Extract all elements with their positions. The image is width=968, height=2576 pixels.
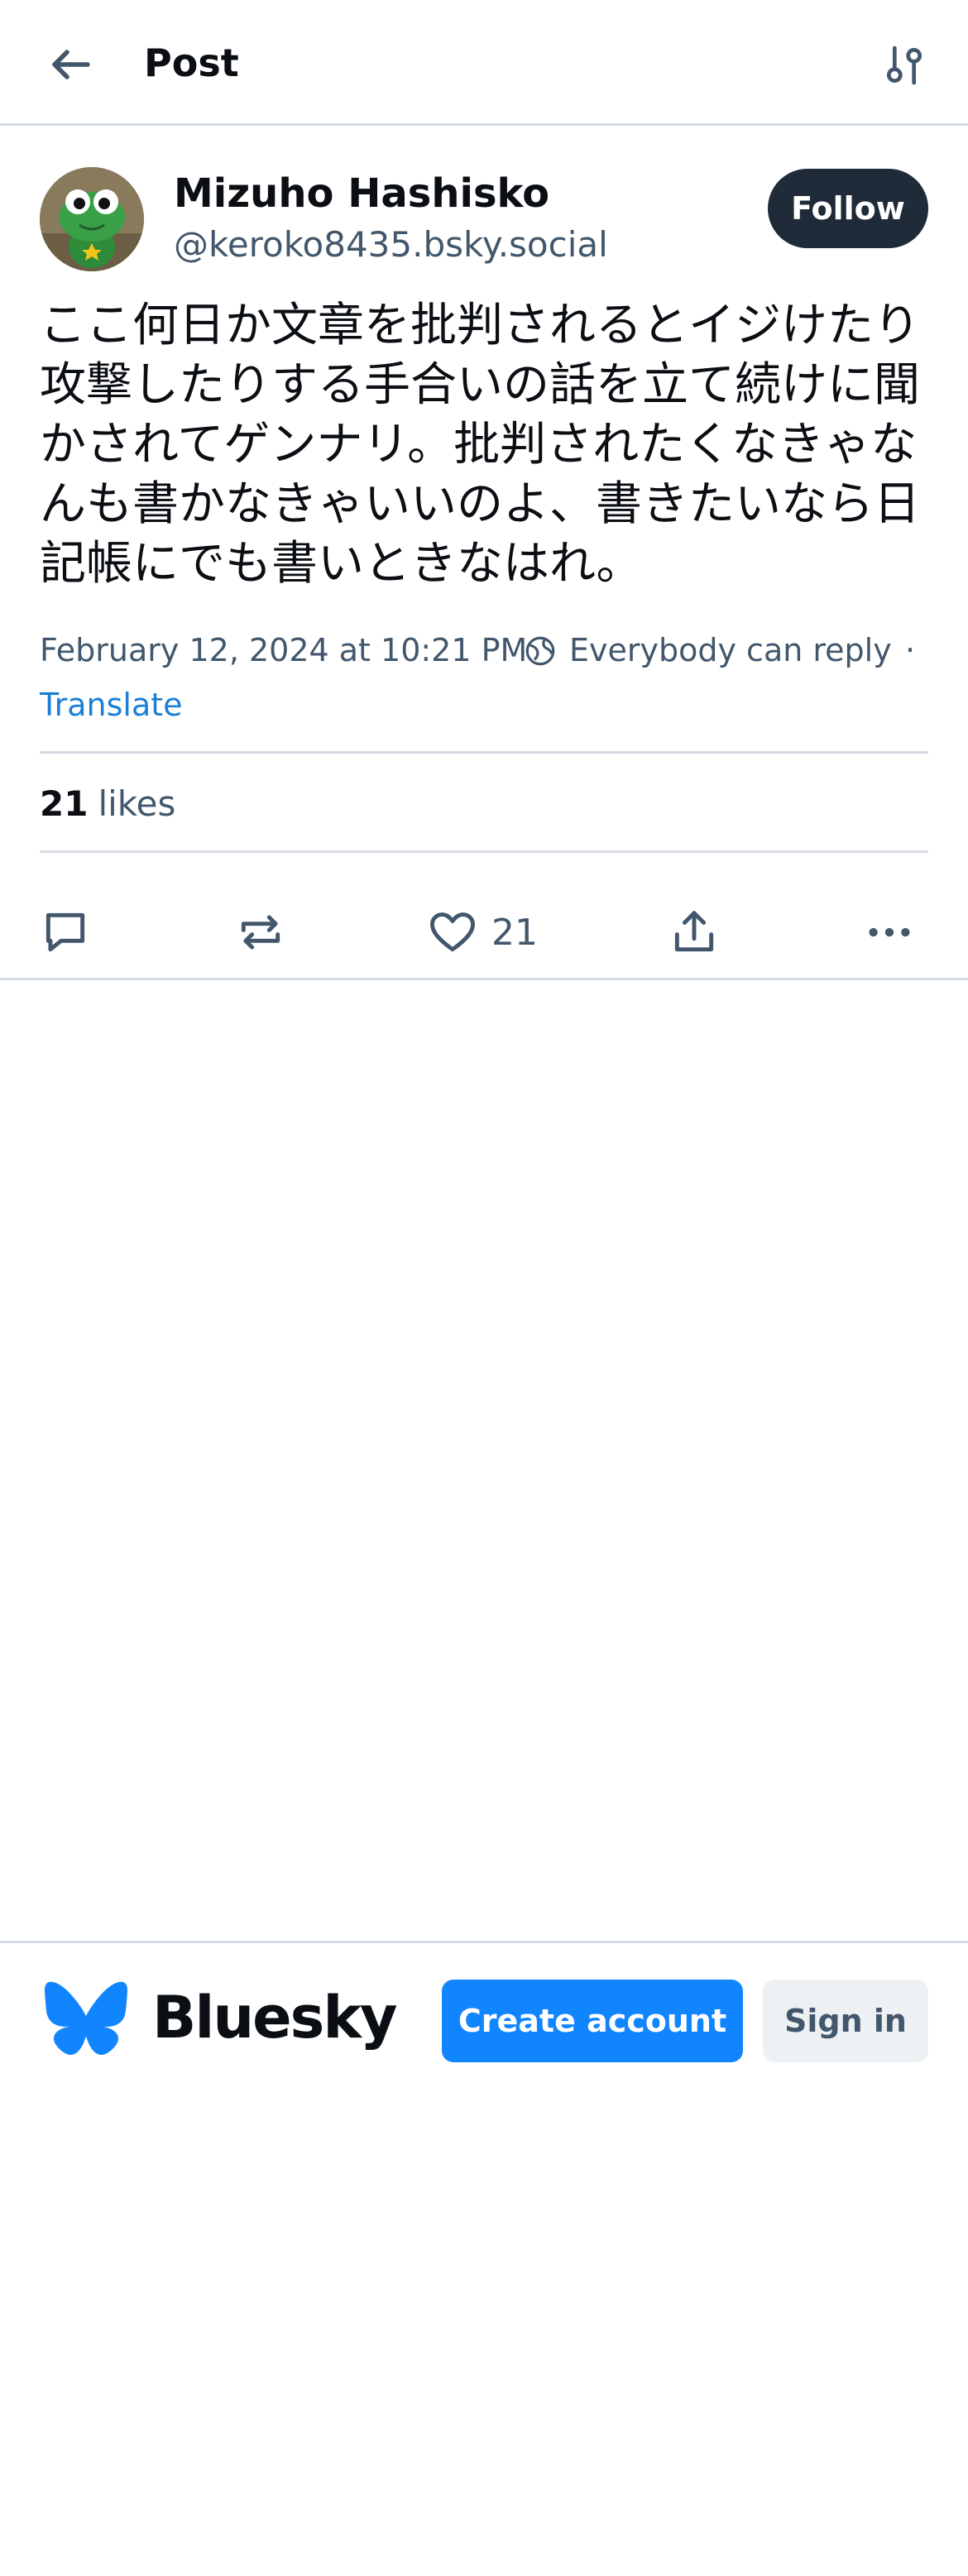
sign-in-button[interactable]: Sign in (763, 1980, 928, 2062)
divider (40, 850, 928, 853)
author-handle[interactable]: @keroko8435.bsky.social (174, 222, 608, 268)
repost-button[interactable] (235, 887, 286, 978)
reply-setting[interactable]: Everybody can reply (569, 625, 892, 675)
create-account-button[interactable]: Create account (442, 1980, 743, 2062)
share-icon (674, 911, 714, 952)
likes-label: likes (98, 783, 176, 824)
like-count: 21 (491, 911, 538, 954)
post-text: ここ何日か文章を批判されるとイジけたり攻撃したりする手合いの話を立て続けに聞かさ… (40, 299, 920, 591)
repost-icon (241, 915, 280, 950)
sliders-icon (887, 45, 922, 85)
like-button[interactable]: 21 (427, 887, 538, 978)
signup-footer: Bluesky Create account Sign in (0, 1943, 968, 2076)
avatar[interactable] (40, 167, 144, 271)
thread-settings-button[interactable] (875, 36, 933, 94)
bluesky-butterfly-icon (45, 1981, 127, 2056)
divider (40, 751, 928, 754)
post-actions: 21 (0, 887, 968, 978)
arrow-left-icon (52, 50, 90, 79)
page-title: Post (144, 41, 239, 85)
likes-count: 21 (40, 783, 89, 824)
heart-icon (430, 912, 475, 952)
post-timestamp: February 12, 2024 at 10:21 PM (40, 632, 528, 668)
comment-icon (46, 912, 85, 952)
share-button[interactable] (668, 887, 720, 978)
follow-button[interactable]: Follow (768, 169, 928, 248)
reply-button[interactable] (40, 887, 91, 978)
top-bar: Post (0, 0, 968, 126)
likes-summary[interactable]: 21 likes (40, 779, 175, 829)
globe-icon (525, 636, 555, 666)
brand-name: Bluesky (152, 1984, 398, 2052)
translate-link[interactable]: Translate (40, 682, 183, 728)
ellipsis-icon (869, 927, 910, 937)
frog-avatar-image (40, 167, 144, 271)
author-name[interactable]: Mizuho Hashisko (174, 167, 549, 220)
divider (0, 978, 968, 980)
back-button[interactable] (43, 36, 99, 93)
more-options-button[interactable] (864, 887, 915, 978)
meta-separator: · (905, 632, 916, 668)
post-meta: February 12, 2024 at 10:21 PM Everybody … (40, 625, 942, 675)
